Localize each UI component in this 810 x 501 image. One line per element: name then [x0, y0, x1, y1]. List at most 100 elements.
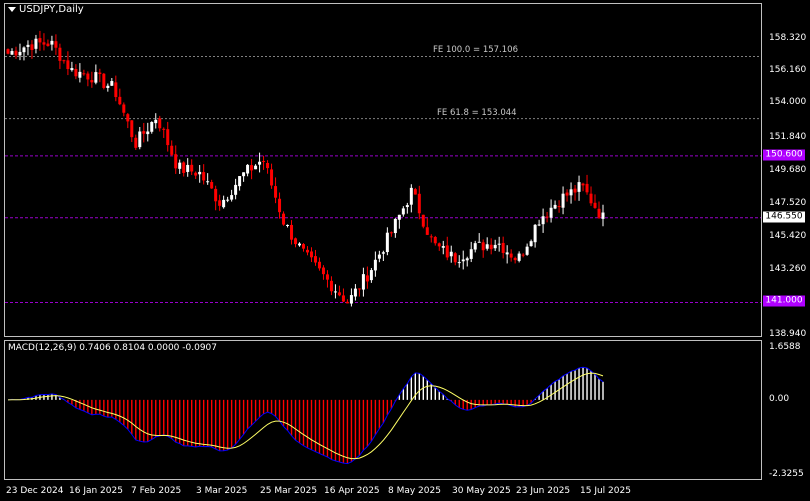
candle-body	[341, 295, 345, 302]
candle-body	[158, 118, 162, 129]
candle-body	[557, 206, 561, 208]
dropdown-arrow-icon[interactable]	[8, 6, 16, 12]
price-axis-label: 158.320	[769, 33, 807, 43]
candle-body	[417, 193, 421, 214]
candle-body	[198, 171, 202, 175]
candle-body	[66, 60, 70, 70]
date-axis-label: 23 Jun 2025	[516, 486, 571, 496]
candle-body	[361, 274, 365, 290]
candle-body	[74, 68, 78, 77]
candle-body	[569, 189, 573, 196]
candle-body	[110, 81, 114, 86]
candle-body	[190, 164, 194, 172]
candle-body	[321, 267, 325, 275]
candle-body	[505, 252, 509, 255]
level-tag-141-000[interactable]: 141.000	[763, 295, 805, 307]
candle-body	[333, 291, 337, 293]
candle-body	[589, 193, 593, 204]
candle-body	[162, 128, 166, 130]
macd-axis-label: 0.00	[769, 394, 790, 404]
candle-body	[325, 274, 329, 280]
candle-body	[593, 202, 597, 208]
candle-body	[433, 237, 437, 244]
candle-body	[549, 207, 553, 218]
candle-body	[154, 119, 158, 124]
candle-body	[501, 242, 505, 253]
candle-body	[497, 243, 501, 245]
candle-body	[294, 238, 298, 245]
candle-body	[130, 120, 134, 138]
candle-body	[485, 244, 489, 249]
candle-body	[601, 212, 605, 219]
symbol-label[interactable]: USDJPY,Daily	[8, 4, 84, 15]
candle-body	[262, 160, 266, 162]
macd-main-line	[7, 366, 604, 465]
candle-body	[98, 72, 102, 74]
candle-body	[553, 204, 557, 209]
candle-body	[62, 60, 66, 62]
candle-body	[238, 176, 242, 187]
candle-body	[545, 216, 549, 218]
candle-body	[517, 253, 521, 261]
macd-axis-label: 1.6588	[769, 342, 801, 352]
date-axis-label: 23 Dec 2024	[6, 486, 64, 496]
candle-body	[305, 249, 309, 253]
candle-body	[46, 43, 50, 47]
candle-body	[477, 241, 481, 243]
candle-body	[206, 181, 210, 183]
price-axis-label: 154.000	[769, 97, 807, 107]
candle-body	[166, 129, 170, 146]
candle-body	[258, 161, 262, 165]
candle-body	[529, 241, 533, 247]
candle-body	[525, 246, 529, 255]
price-axis-label: 151.840	[769, 132, 807, 142]
candle-body	[230, 195, 234, 200]
candle-body	[270, 169, 274, 186]
candle-body	[218, 200, 222, 206]
candle-body	[405, 205, 409, 208]
candle-body	[317, 261, 321, 269]
candle-body	[202, 172, 206, 181]
candle-body	[573, 188, 577, 193]
candle-body	[234, 184, 238, 195]
candle-body	[278, 198, 282, 213]
level-tag-150-600[interactable]: 150.600	[763, 149, 805, 161]
macd-label: MACD(12,26,9) 0.7406 0.8104 0.0000 -0.09…	[8, 343, 218, 353]
candle-body	[274, 186, 278, 198]
candle-body	[449, 251, 453, 257]
candle-body	[142, 131, 146, 134]
candle-body	[597, 208, 601, 218]
candle-body	[413, 189, 417, 195]
candle-body	[102, 73, 106, 88]
candle-body	[461, 259, 465, 262]
candle-body	[473, 243, 477, 250]
candle-body	[393, 218, 397, 234]
candle-body	[465, 258, 469, 261]
candle-body	[349, 295, 353, 304]
candle-body	[309, 251, 313, 258]
candle-body	[337, 292, 341, 296]
candle-body	[182, 162, 186, 173]
candle-body	[10, 51, 14, 55]
candle-body	[14, 50, 18, 56]
candle-body	[174, 154, 178, 169]
candle-body	[581, 183, 585, 186]
candle-body	[250, 165, 254, 171]
symbol-text: USDJPY,Daily	[19, 4, 84, 15]
candle-body	[429, 236, 433, 238]
candle-body	[561, 193, 565, 208]
candle-body	[577, 182, 581, 192]
candle-body	[425, 227, 429, 235]
candle-body	[170, 145, 174, 155]
candle-body	[353, 288, 357, 297]
candle-body	[453, 253, 457, 263]
candle-body	[246, 164, 250, 174]
candle-body	[242, 172, 246, 177]
price-axis-label: 147.520	[769, 198, 807, 208]
candle-body	[70, 68, 74, 71]
candle-body	[82, 73, 86, 75]
candle-body	[481, 242, 485, 251]
candle-body	[38, 38, 42, 43]
candle-body	[421, 214, 425, 227]
candle-body	[457, 262, 461, 264]
